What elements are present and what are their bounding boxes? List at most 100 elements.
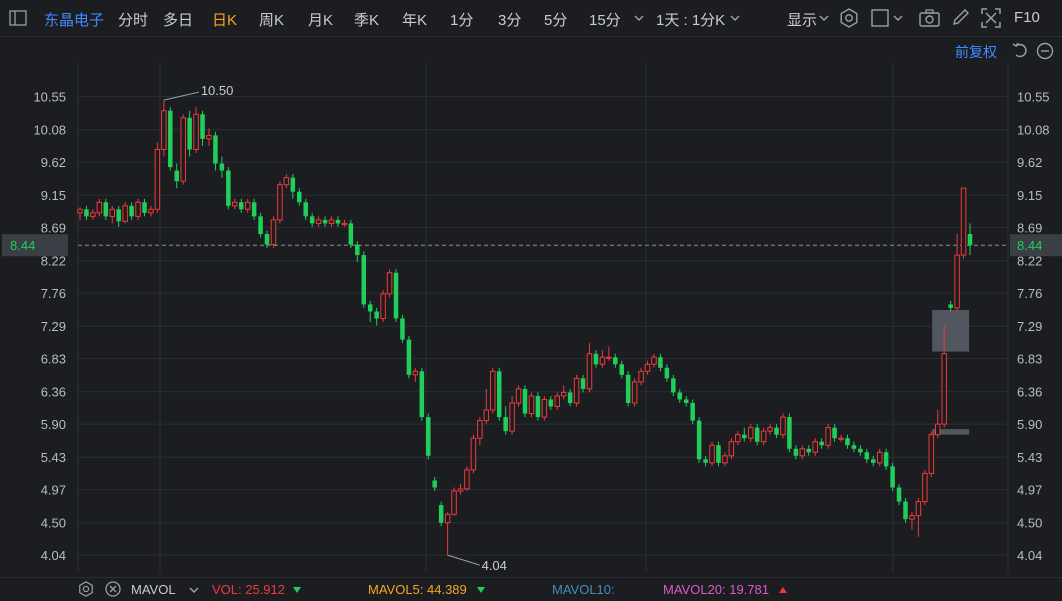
candle <box>297 188 302 206</box>
candle-body <box>219 163 225 171</box>
current-price-label-right: 8.44 <box>1017 238 1042 253</box>
candle-body <box>180 117 186 182</box>
candle <box>573 374 580 407</box>
y-tick-label-right: 10.55 <box>1017 90 1050 105</box>
candle-body <box>303 202 308 217</box>
candle-body <box>677 392 683 400</box>
candle-body <box>238 202 244 210</box>
candle <box>631 378 638 407</box>
y-tick-label-right: 4.97 <box>1017 483 1042 498</box>
candle-body <box>283 177 290 186</box>
candle <box>328 216 335 227</box>
candle <box>890 462 895 492</box>
y-tick-label-left: 6.36 <box>41 385 66 400</box>
candle-body <box>858 448 863 453</box>
candle <box>470 434 477 474</box>
indicator-name[interactable]: MAVOL <box>131 582 176 597</box>
candle-body <box>109 208 116 217</box>
candle-body <box>438 505 444 523</box>
candle <box>554 392 561 411</box>
triangle-down-icon <box>477 587 485 593</box>
candle-body <box>915 501 922 517</box>
candle <box>270 216 277 249</box>
candle <box>671 374 676 396</box>
chevron-down-icon[interactable] <box>189 586 199 594</box>
candle <box>180 114 186 185</box>
candle-body <box>599 356 606 365</box>
candle <box>742 427 747 442</box>
candle <box>96 198 103 217</box>
candle-body <box>903 501 908 520</box>
candle <box>438 501 444 527</box>
candle <box>303 198 308 220</box>
candle-body <box>560 391 567 397</box>
candle <box>161 100 167 157</box>
candle-body <box>638 370 644 383</box>
candle-body <box>838 437 844 440</box>
y-tick-label-right: 5.43 <box>1017 450 1042 465</box>
candle-body <box>573 377 580 404</box>
candle <box>374 307 379 326</box>
candlestick-chart[interactable]: 10.55 10.55 10.08 10.08 9.62 9.62 9.15 9.15 8.69… <box>0 0 1062 600</box>
candle-body <box>948 304 953 308</box>
candle-body <box>341 222 348 226</box>
candle-body <box>871 459 876 463</box>
candle <box>464 466 470 492</box>
y-tick-label-left: 9.15 <box>41 188 66 203</box>
candle <box>580 374 586 393</box>
candle-body <box>787 417 792 449</box>
candle-body <box>457 488 464 492</box>
candle-body <box>264 233 270 245</box>
candle-body <box>309 216 315 224</box>
candle <box>586 343 593 393</box>
candle <box>355 241 360 263</box>
candle-body <box>451 490 457 515</box>
candle-body <box>716 445 721 463</box>
candle <box>690 399 695 425</box>
candle-body <box>793 448 799 456</box>
candle-body <box>586 353 593 390</box>
triangle-up-icon <box>779 587 787 593</box>
candle-body <box>244 201 251 210</box>
candle <box>774 424 779 439</box>
candle <box>599 350 606 368</box>
candle-body <box>747 427 754 439</box>
candle-body <box>709 444 715 464</box>
candle-body <box>419 371 425 418</box>
candle-body <box>644 363 651 372</box>
candle <box>200 110 205 146</box>
candle <box>412 367 419 382</box>
candle-body <box>206 134 212 140</box>
candle <box>400 314 405 344</box>
candle-body <box>780 416 786 436</box>
candle <box>193 107 199 153</box>
candle <box>915 498 922 537</box>
close-icon[interactable] <box>105 581 121 597</box>
candle-body <box>728 441 735 457</box>
candle-body <box>290 177 296 192</box>
candle-body <box>735 434 741 443</box>
candle-body <box>496 371 502 418</box>
candle <box>168 107 173 171</box>
candle <box>922 469 928 506</box>
candle <box>825 424 831 449</box>
candle <box>960 187 967 259</box>
candle <box>903 498 908 523</box>
candle <box>426 413 431 460</box>
candle <box>928 431 935 477</box>
candle <box>864 448 870 463</box>
candle <box>787 413 792 453</box>
candle-body <box>541 398 548 418</box>
candle-body <box>270 219 277 246</box>
candle <box>232 198 238 210</box>
candle-body <box>174 170 179 182</box>
candle-body <box>322 219 328 224</box>
y-tick-label-right: 4.50 <box>1017 516 1042 531</box>
y-tick-label-left: 7.29 <box>41 319 66 334</box>
min-label: 4.04 <box>482 558 507 573</box>
gear-icon[interactable] <box>78 581 94 597</box>
candle <box>380 290 386 322</box>
y-tick-label-left: 10.08 <box>33 123 66 138</box>
candle-body <box>503 417 508 432</box>
candle-body <box>703 459 708 463</box>
